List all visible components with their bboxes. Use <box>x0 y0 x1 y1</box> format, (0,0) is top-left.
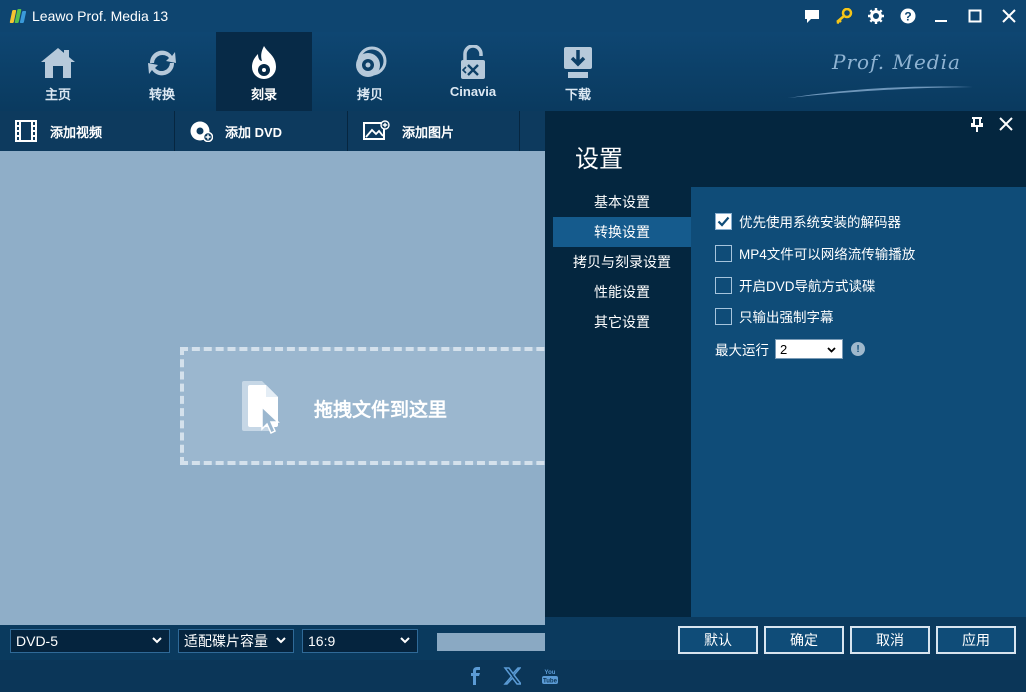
image-add-icon <box>363 120 390 140</box>
option-label: 优先使用系统安装的解码器 <box>739 215 901 230</box>
fit-mode-value: 适配碟片容量 <box>184 633 268 649</box>
ok-button[interactable]: 确定 <box>764 626 844 654</box>
checkbox-checked[interactable] <box>715 212 732 230</box>
disc-capacity-bar <box>437 633 545 651</box>
tab-label: 刻录 <box>250 87 277 102</box>
max-run-select[interactable]: 2 <box>775 339 843 359</box>
disc-type-value: DVD-5 <box>16 633 59 649</box>
gear-icon[interactable] <box>860 0 892 32</box>
option-system-decoder[interactable]: 优先使用系统安装的解码器 <box>715 211 901 231</box>
convert-settings-pane: 优先使用系统安装的解码器 MP4文件可以网络流传输播放 开启DVD导航方式读碟 … <box>691 187 1026 617</box>
app-logo-icon <box>9 8 27 24</box>
settings-footer: 默认 确定 取消 应用 <box>545 617 1026 660</box>
disc-type-select[interactable]: DVD-5 <box>10 629 170 653</box>
option-dvd-navigation[interactable]: 开启DVD导航方式读碟 <box>715 275 876 295</box>
tab-convert[interactable]: 转换 <box>114 32 210 111</box>
tab-home[interactable]: 主页 <box>10 32 106 111</box>
app-title: Leawo Prof. Media 13 <box>32 8 169 24</box>
feedback-icon[interactable] <box>796 0 828 32</box>
minimize-icon[interactable] <box>924 0 958 32</box>
max-run-row: 最大运行 2 ! <box>715 339 865 359</box>
svg-text:Tube: Tube <box>543 679 558 685</box>
chevron-down-icon <box>400 637 410 644</box>
add-video-button[interactable]: 添加视频 <box>0 111 175 151</box>
settings-nav-convert[interactable]: 转换设置 <box>553 217 691 247</box>
add-video-label: 添加视频 <box>50 124 103 140</box>
convert-icon <box>145 44 179 82</box>
checkbox-unchecked[interactable] <box>715 244 732 262</box>
option-forced-subtitles[interactable]: 只输出强制字幕 <box>715 306 834 326</box>
option-mp4-streaming[interactable]: MP4文件可以网络流传输播放 <box>715 243 915 263</box>
drop-zone[interactable]: 拖拽文件到这里 <box>180 347 545 465</box>
burn-icon <box>246 44 282 82</box>
footer-bar: You Tube <box>0 660 1026 692</box>
tab-label: Cinavia <box>449 84 497 99</box>
checkmark-icon <box>717 216 730 227</box>
tab-label: 转换 <box>148 87 175 102</box>
burn-toolbar: 添加视频 添加 DVD 添加图片 <box>0 111 545 151</box>
home-icon <box>39 44 77 82</box>
settings-nav-performance[interactable]: 性能设置 <box>553 277 691 307</box>
settings-nav-basic[interactable]: 基本设置 <box>553 187 691 217</box>
youtube-icon[interactable]: You Tube <box>541 667 559 685</box>
key-icon[interactable] <box>828 0 860 32</box>
add-image-label: 添加图片 <box>402 124 455 140</box>
max-run-value: 2 <box>780 341 788 357</box>
tab-copy[interactable]: 拷贝 <box>322 32 418 111</box>
option-label: MP4文件可以网络流传输播放 <box>739 247 916 262</box>
settings-panel: 设置 基本设置 转换设置 拷贝与刻录设置 性能设置 其它设置 优先使用系统安装的… <box>545 111 1026 660</box>
settings-title: 设置 <box>575 146 623 173</box>
brand-logo-text: Prof. Media <box>832 50 961 74</box>
svg-text:?: ? <box>904 10 911 24</box>
copy-disc-icon <box>352 44 388 82</box>
dvd-add-icon <box>190 121 213 142</box>
drag-file-icon <box>242 381 280 435</box>
option-label: 只输出强制字幕 <box>739 310 834 325</box>
content-area: 拖拽文件到这里 <box>0 151 545 625</box>
chevron-down-icon <box>152 637 162 644</box>
settings-nav-copy-burn[interactable]: 拷贝与刻录设置 <box>553 247 691 277</box>
max-run-label: 最大运行 <box>715 343 769 358</box>
facebook-icon[interactable] <box>467 667 483 685</box>
chevron-down-icon <box>276 637 286 644</box>
pin-icon[interactable] <box>969 116 985 132</box>
settings-nav: 基本设置 转换设置 拷贝与刻录设置 性能设置 其它设置 <box>553 187 691 337</box>
settings-close-icon[interactable] <box>999 117 1013 131</box>
tab-label: 下载 <box>564 87 591 102</box>
help-icon[interactable]: ? <box>892 0 924 32</box>
apply-button[interactable]: 应用 <box>936 626 1016 654</box>
brand-swoosh-icon <box>788 86 973 98</box>
maximize-icon[interactable] <box>958 0 992 32</box>
checkbox-unchecked[interactable] <box>715 276 732 294</box>
main-nav: 主页 转换 刻录 拷贝 Cinavia 下载 Prof. Media <box>0 32 1026 111</box>
tab-label: 拷贝 <box>356 87 383 102</box>
add-dvd-label: 添加 DVD <box>225 124 283 140</box>
x-twitter-icon[interactable] <box>503 667 521 685</box>
tab-burn[interactable]: 刻录 <box>216 32 312 111</box>
checkbox-unchecked[interactable] <box>715 307 732 325</box>
chevron-down-icon <box>827 347 836 353</box>
tab-download[interactable]: 下载 <box>530 32 626 111</box>
disc-options-bar: DVD-5 适配碟片容量 16:9 <box>0 625 545 660</box>
add-image-button[interactable]: 添加图片 <box>348 111 520 151</box>
aspect-ratio-select[interactable]: 16:9 <box>302 629 418 653</box>
tab-cinavia[interactable]: Cinavia <box>425 32 521 111</box>
default-button[interactable]: 默认 <box>678 626 758 654</box>
svg-text:You: You <box>545 670 556 676</box>
cancel-button[interactable]: 取消 <box>850 626 930 654</box>
cinavia-icon <box>457 44 489 82</box>
option-label: 开启DVD导航方式读碟 <box>739 279 876 294</box>
title-bar: Leawo Prof. Media 13 ? <box>0 0 1026 32</box>
close-icon[interactable] <box>992 0 1026 32</box>
drop-zone-text: 拖拽文件到这里 <box>314 400 448 421</box>
tab-label: 主页 <box>44 87 71 102</box>
settings-nav-other[interactable]: 其它设置 <box>553 307 691 337</box>
fit-mode-select[interactable]: 适配碟片容量 <box>178 629 294 653</box>
info-icon[interactable]: ! <box>851 342 865 356</box>
add-dvd-button[interactable]: 添加 DVD <box>175 111 348 151</box>
download-icon <box>560 44 596 82</box>
film-icon <box>15 120 37 142</box>
aspect-ratio-value: 16:9 <box>308 633 336 649</box>
